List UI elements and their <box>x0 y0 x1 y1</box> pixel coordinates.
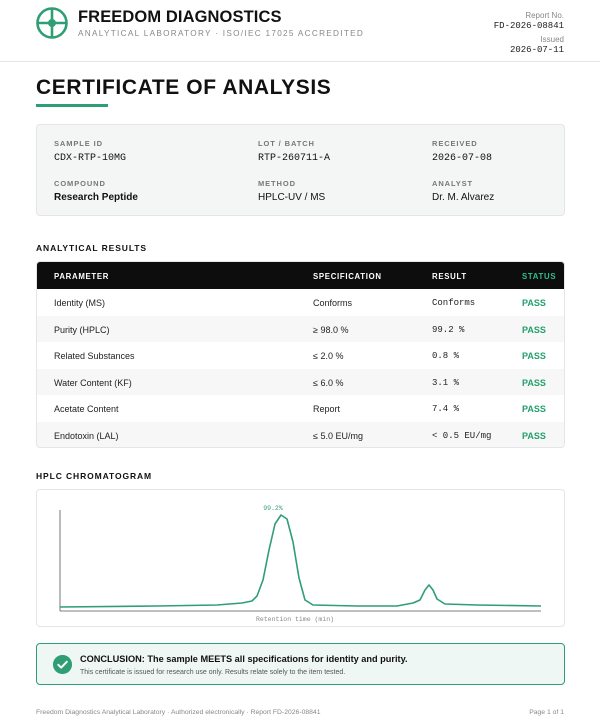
page-title: CERTIFICATE OF ANALYSIS <box>36 76 332 99</box>
row-specification: ≥ 98.0 % <box>313 324 349 335</box>
issued-label: Issued <box>540 35 564 44</box>
row-parameter: Purity (HPLC) <box>54 324 110 335</box>
row-specification: ≤ 2.0 % <box>313 351 344 361</box>
row-result: 0.8 % <box>432 351 460 361</box>
header-parameter: PARAMETER <box>54 272 110 281</box>
sample-info-panel: SAMPLE ID CDX-RTP-10MG LOT / BATCH RTP-2… <box>36 124 565 216</box>
crosshair-logo-icon <box>36 7 68 39</box>
row-status-pass: PASS <box>522 298 546 308</box>
lab-subtitle: ANALYTICAL LABORATORY · ISO/IEC 17025 AC… <box>78 29 365 38</box>
lot-value: RTP-260711-A <box>258 153 331 164</box>
table-row: Acetate Content Report 7.4 % PASS <box>37 395 564 422</box>
lab-name: FREEDOM DIAGNOSTICS <box>78 8 282 26</box>
row-status-pass: PASS <box>522 324 546 335</box>
results-section-title: ANALYTICAL RESULTS <box>36 243 147 253</box>
chromatogram-trace <box>59 514 542 608</box>
page-number: Page 1 of 1 <box>529 709 564 716</box>
row-status-pass: PASS <box>522 351 546 361</box>
conclusion-note: This certificate is issued for research … <box>80 669 346 676</box>
table-header: PARAMETER SPECIFICATION RESULT STATUS <box>37 262 564 289</box>
table-row: Related Substances ≤ 2.0 % 0.8 % PASS <box>37 342 564 369</box>
header-result: RESULT <box>432 272 467 281</box>
analyst-label: ANALYST <box>432 179 474 188</box>
received-value: 2026-07-08 <box>432 153 493 164</box>
row-status-pass: PASS <box>522 404 546 414</box>
row-specification: Report <box>313 404 341 414</box>
row-result: Conforms <box>432 298 476 308</box>
received-label: RECEIVED <box>432 139 478 148</box>
conclusion-title: CONCLUSION: The sample MEETS all specifi… <box>80 654 408 664</box>
row-parameter: Acetate Content <box>54 404 119 414</box>
row-result: 7.4 % <box>432 404 460 414</box>
header-status: STATUS <box>522 272 557 281</box>
table-row: Identity (MS) Conforms Conforms PASS <box>37 289 564 316</box>
row-result: 99.2 % <box>432 324 465 335</box>
table-row: Water Content (KF) ≤ 6.0 % 3.1 % PASS <box>37 368 564 395</box>
method-value: HPLC-UV / MS <box>258 192 326 203</box>
report-number: FD-2026-08841 <box>493 21 564 31</box>
header-specification: SPECIFICATION <box>313 272 382 281</box>
chromatogram-panel: 99.2% Retention time (min) <box>36 489 565 627</box>
compound-label: COMPOUND <box>54 179 106 188</box>
footer-text: Freedom Diagnostics Analytical Laborator… <box>36 709 321 716</box>
table-row: Purity (HPLC) ≥ 98.0 % 99.2 % PASS <box>37 315 564 342</box>
report-number-label: Report No. <box>525 11 564 20</box>
row-parameter: Endotoxin (LAL) <box>54 430 119 441</box>
main-peak-label: 99.2% <box>263 505 283 512</box>
method-label: METHOD <box>258 179 296 188</box>
report-header: FREEDOM DIAGNOSTICS ANALYTICAL LABORATOR… <box>0 0 600 62</box>
compound-value: Research Peptide <box>54 192 138 203</box>
x-axis-label: Retention time (min) <box>256 616 334 623</box>
table-row: Endotoxin (LAL) ≤ 5.0 EU/mg < 0.5 EU/mg … <box>37 421 564 447</box>
row-specification: ≤ 5.0 EU/mg <box>313 430 363 441</box>
check-circle-icon <box>53 655 72 674</box>
lot-label: LOT / BATCH <box>258 139 315 148</box>
conclusion-box: CONCLUSION: The sample MEETS all specifi… <box>36 643 565 685</box>
analyst-value: Dr. M. Alvarez <box>432 192 495 203</box>
title-underline <box>36 104 108 107</box>
row-parameter: Identity (MS) <box>54 298 106 308</box>
row-result: 3.1 % <box>432 377 460 388</box>
row-specification: ≤ 6.0 % <box>313 377 344 388</box>
row-parameter: Related Substances <box>54 351 135 361</box>
row-status-pass: PASS <box>522 430 546 441</box>
chromatogram-section-title: HPLC CHROMATOGRAM <box>36 471 153 481</box>
row-result: < 0.5 EU/mg <box>432 430 492 441</box>
results-table: PARAMETER SPECIFICATION RESULT STATUS Id… <box>36 261 565 448</box>
issued-date: 2026-07-11 <box>509 45 564 55</box>
sample-id-value: CDX-RTP-10MG <box>54 153 127 164</box>
chromatogram-plot: 99.2% Retention time (min) <box>59 505 542 623</box>
row-parameter: Water Content (KF) <box>54 377 132 388</box>
sample-id-label: SAMPLE ID <box>54 139 103 148</box>
row-specification: Conforms <box>313 298 353 308</box>
row-status-pass: PASS <box>522 377 546 388</box>
